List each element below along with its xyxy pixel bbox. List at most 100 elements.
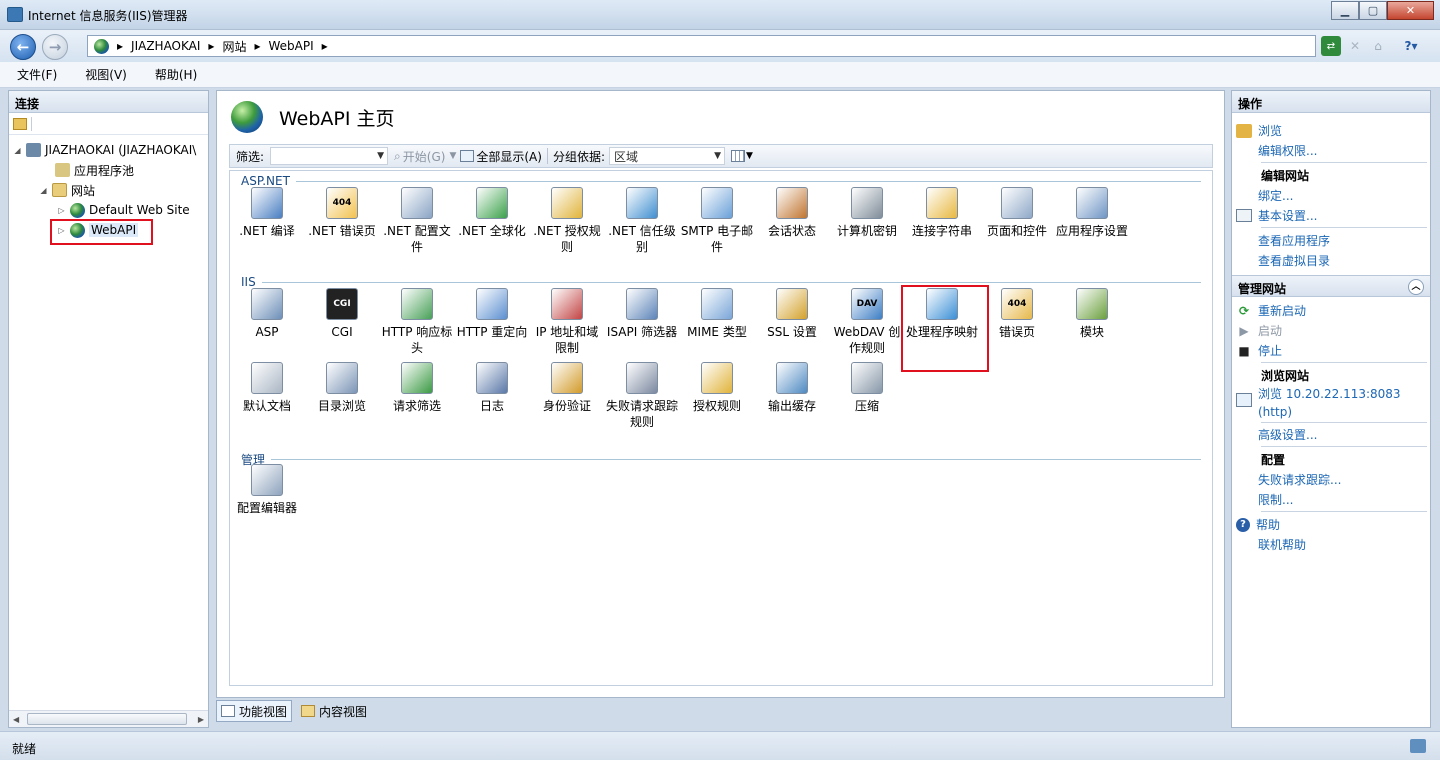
feature-aspnet-7[interactable]: 会话状态 xyxy=(755,187,829,239)
feature-label: 授权规则 xyxy=(692,399,741,413)
forward-button[interactable]: → xyxy=(42,34,68,60)
stop-icon[interactable]: ✕ xyxy=(1345,36,1365,56)
action-browse[interactable]: 浏览 xyxy=(1236,122,1426,139)
feature-iis-5[interactable]: ISAPI 筛选器 xyxy=(605,288,679,340)
action-limits[interactable]: 限制... xyxy=(1236,491,1426,508)
feature-iis-20[interactable]: 压缩 xyxy=(830,362,904,414)
feature-aspnet-1[interactable]: 404 .NET 错误页 xyxy=(305,187,379,239)
tree-node-app-pools[interactable]: 应用程序池 xyxy=(55,161,134,179)
action-view-applications[interactable]: 查看应用程序 xyxy=(1236,232,1426,249)
feature-icon xyxy=(401,362,433,394)
maximize-button[interactable]: ▢ xyxy=(1359,1,1387,20)
feature-iis-3[interactable]: HTTP 重定向 xyxy=(455,288,529,340)
collapse-icon[interactable]: ◢ xyxy=(13,146,22,155)
settings-icon xyxy=(1236,209,1252,222)
feature-aspnet-6[interactable]: SMTP 电子邮件 xyxy=(680,187,754,255)
feature-iis-4[interactable]: IP 地址和域限制 xyxy=(530,288,604,356)
breadcrumb-site[interactable]: WebAPI xyxy=(269,39,314,53)
minimize-button[interactable]: ▁ xyxy=(1331,1,1359,20)
feature-iis-16[interactable]: 身份验证 xyxy=(530,362,604,414)
features-area: ASP.NET IIS 管理 .NET 编译 404 .NET 错误页 .NET 配置… xyxy=(229,170,1213,686)
action-basic-settings[interactable]: 基本设置... xyxy=(1236,207,1426,224)
action-browse-url[interactable]: 浏览 10.20.22.113:8083 (http) xyxy=(1236,385,1426,421)
collapse-icon[interactable]: ︿ xyxy=(1408,279,1424,295)
feature-icon xyxy=(476,362,508,394)
feature-aspnet-0[interactable]: .NET 编译 xyxy=(230,187,304,239)
tree-node-sites[interactable]: ◢ 网站 xyxy=(39,181,95,199)
feature-label: WebDAV 创作规则 xyxy=(833,325,901,355)
show-all-button[interactable]: 全部显示(A) xyxy=(460,148,542,165)
action-online-help[interactable]: 联机帮助 xyxy=(1236,536,1426,553)
feature-iis-14[interactable]: 请求筛选 xyxy=(380,362,454,414)
action-stop[interactable]: ■ 停止 xyxy=(1236,342,1426,359)
feature-aspnet-5[interactable]: .NET 信任级别 xyxy=(605,187,679,255)
expand-icon[interactable]: ▷ xyxy=(57,206,66,215)
feature-iis-13[interactable]: 目录浏览 xyxy=(305,362,379,414)
group-by-select[interactable]: 区域 ▼ xyxy=(609,147,725,165)
feature-label: 压缩 xyxy=(854,399,879,413)
back-button[interactable]: ← xyxy=(10,34,36,60)
feature-mgmt-0[interactable]: 配置编辑器 xyxy=(230,464,304,516)
action-start[interactable]: ▶ 启动 xyxy=(1236,322,1426,339)
tree-node-default-site[interactable]: ▷ Default Web Site xyxy=(57,201,190,219)
feature-aspnet-2[interactable]: .NET 配置文件 xyxy=(380,187,454,255)
start-button[interactable]: ⌕ 开始(G) xyxy=(394,148,445,165)
action-bindings[interactable]: 绑定... xyxy=(1236,187,1426,204)
feature-aspnet-3[interactable]: .NET 全球化 xyxy=(455,187,529,239)
feature-icon xyxy=(701,362,733,394)
group-by-label: 分组依据: xyxy=(552,149,605,164)
feature-iis-8[interactable]: DAV WebDAV 创作规则 xyxy=(830,288,904,356)
feature-aspnet-4[interactable]: .NET 授权规则 xyxy=(530,187,604,255)
feature-iis-12[interactable]: 默认文档 xyxy=(230,362,304,414)
menu-file[interactable]: 文件(F) xyxy=(12,64,62,85)
feature-iis-6[interactable]: MIME 类型 xyxy=(680,288,754,340)
feature-icon: 404 xyxy=(326,187,358,219)
feature-iis-1[interactable]: CGI CGI xyxy=(305,288,379,340)
refresh-icon[interactable]: ⇄ xyxy=(1321,36,1341,56)
feature-iis-2[interactable]: HTTP 响应标头 xyxy=(380,288,454,356)
action-advanced-settings[interactable]: 高级设置... xyxy=(1236,426,1426,443)
page-title: WebAPI 主页 xyxy=(279,107,395,130)
scroll-right-icon[interactable]: ▶ xyxy=(198,715,204,724)
feature-iis-10[interactable]: 404 错误页 xyxy=(980,288,1054,340)
action-view-virtual-dirs[interactable]: 查看虚拟目录 xyxy=(1236,252,1426,269)
feature-iis-11[interactable]: 模块 xyxy=(1055,288,1129,340)
folder-icon xyxy=(52,183,67,197)
collapse-icon[interactable]: ◢ xyxy=(39,186,48,195)
address-bar[interactable]: ▸ JIAZHAOKAI ▸ 网站 ▸ WebAPI ▸ xyxy=(87,35,1316,57)
feature-aspnet-11[interactable]: 应用程序设置 xyxy=(1055,187,1129,239)
feature-aspnet-8[interactable]: 计算机密钥 xyxy=(830,187,904,239)
feature-iis-19[interactable]: 输出缓存 xyxy=(755,362,829,414)
breadcrumb-sites[interactable]: 网站 xyxy=(222,38,246,55)
feature-iis-15[interactable]: 日志 xyxy=(455,362,529,414)
tab-features-view[interactable]: 功能视图 xyxy=(216,700,293,722)
feature-aspnet-10[interactable]: 页面和控件 xyxy=(980,187,1054,239)
tab-content-view[interactable]: 内容视图 xyxy=(296,700,372,722)
home-icon[interactable]: ⌂ xyxy=(1368,36,1388,56)
close-button[interactable]: ✕ xyxy=(1387,1,1434,20)
horizontal-scrollbar[interactable]: ◀ ▶ xyxy=(9,710,208,727)
feature-icon xyxy=(251,362,283,394)
feature-aspnet-9[interactable]: 连接字符串 xyxy=(905,187,979,239)
view-mode-button[interactable]: ▼ xyxy=(731,150,753,162)
tree-node-server[interactable]: ◢ JIAZHAOKAI (JIAZHAOKAI\ xyxy=(13,141,196,159)
feature-label: SSL 设置 xyxy=(767,325,817,339)
manage-site-header: 管理网站 ︿ xyxy=(1232,275,1430,297)
action-restart[interactable]: ⟳ 重新启动 xyxy=(1236,302,1426,319)
scroll-left-icon[interactable]: ◀ xyxy=(13,715,19,724)
action-failed-request-tracing[interactable]: 失败请求跟踪... xyxy=(1236,471,1426,488)
feature-iis-17[interactable]: 失败请求跟踪规则 xyxy=(605,362,679,430)
feature-iis-0[interactable]: ASP xyxy=(230,288,304,340)
action-help[interactable]: ? 帮助 xyxy=(1236,516,1426,533)
scroll-thumb[interactable] xyxy=(27,713,187,725)
connect-icon[interactable] xyxy=(13,117,27,130)
filter-input[interactable]: ▼ xyxy=(270,147,389,165)
breadcrumb-server[interactable]: JIAZHAOKAI xyxy=(131,39,200,53)
connections-header: 连接 xyxy=(9,91,208,113)
feature-iis-18[interactable]: 授权规则 xyxy=(680,362,754,414)
help-dropdown-icon[interactable]: ?▾ xyxy=(1396,36,1426,56)
menu-help[interactable]: 帮助(H) xyxy=(150,64,202,85)
menu-view[interactable]: 视图(V) xyxy=(80,64,132,85)
action-edit-permissions[interactable]: 编辑权限... xyxy=(1236,142,1426,159)
feature-iis-7[interactable]: SSL 设置 xyxy=(755,288,829,340)
